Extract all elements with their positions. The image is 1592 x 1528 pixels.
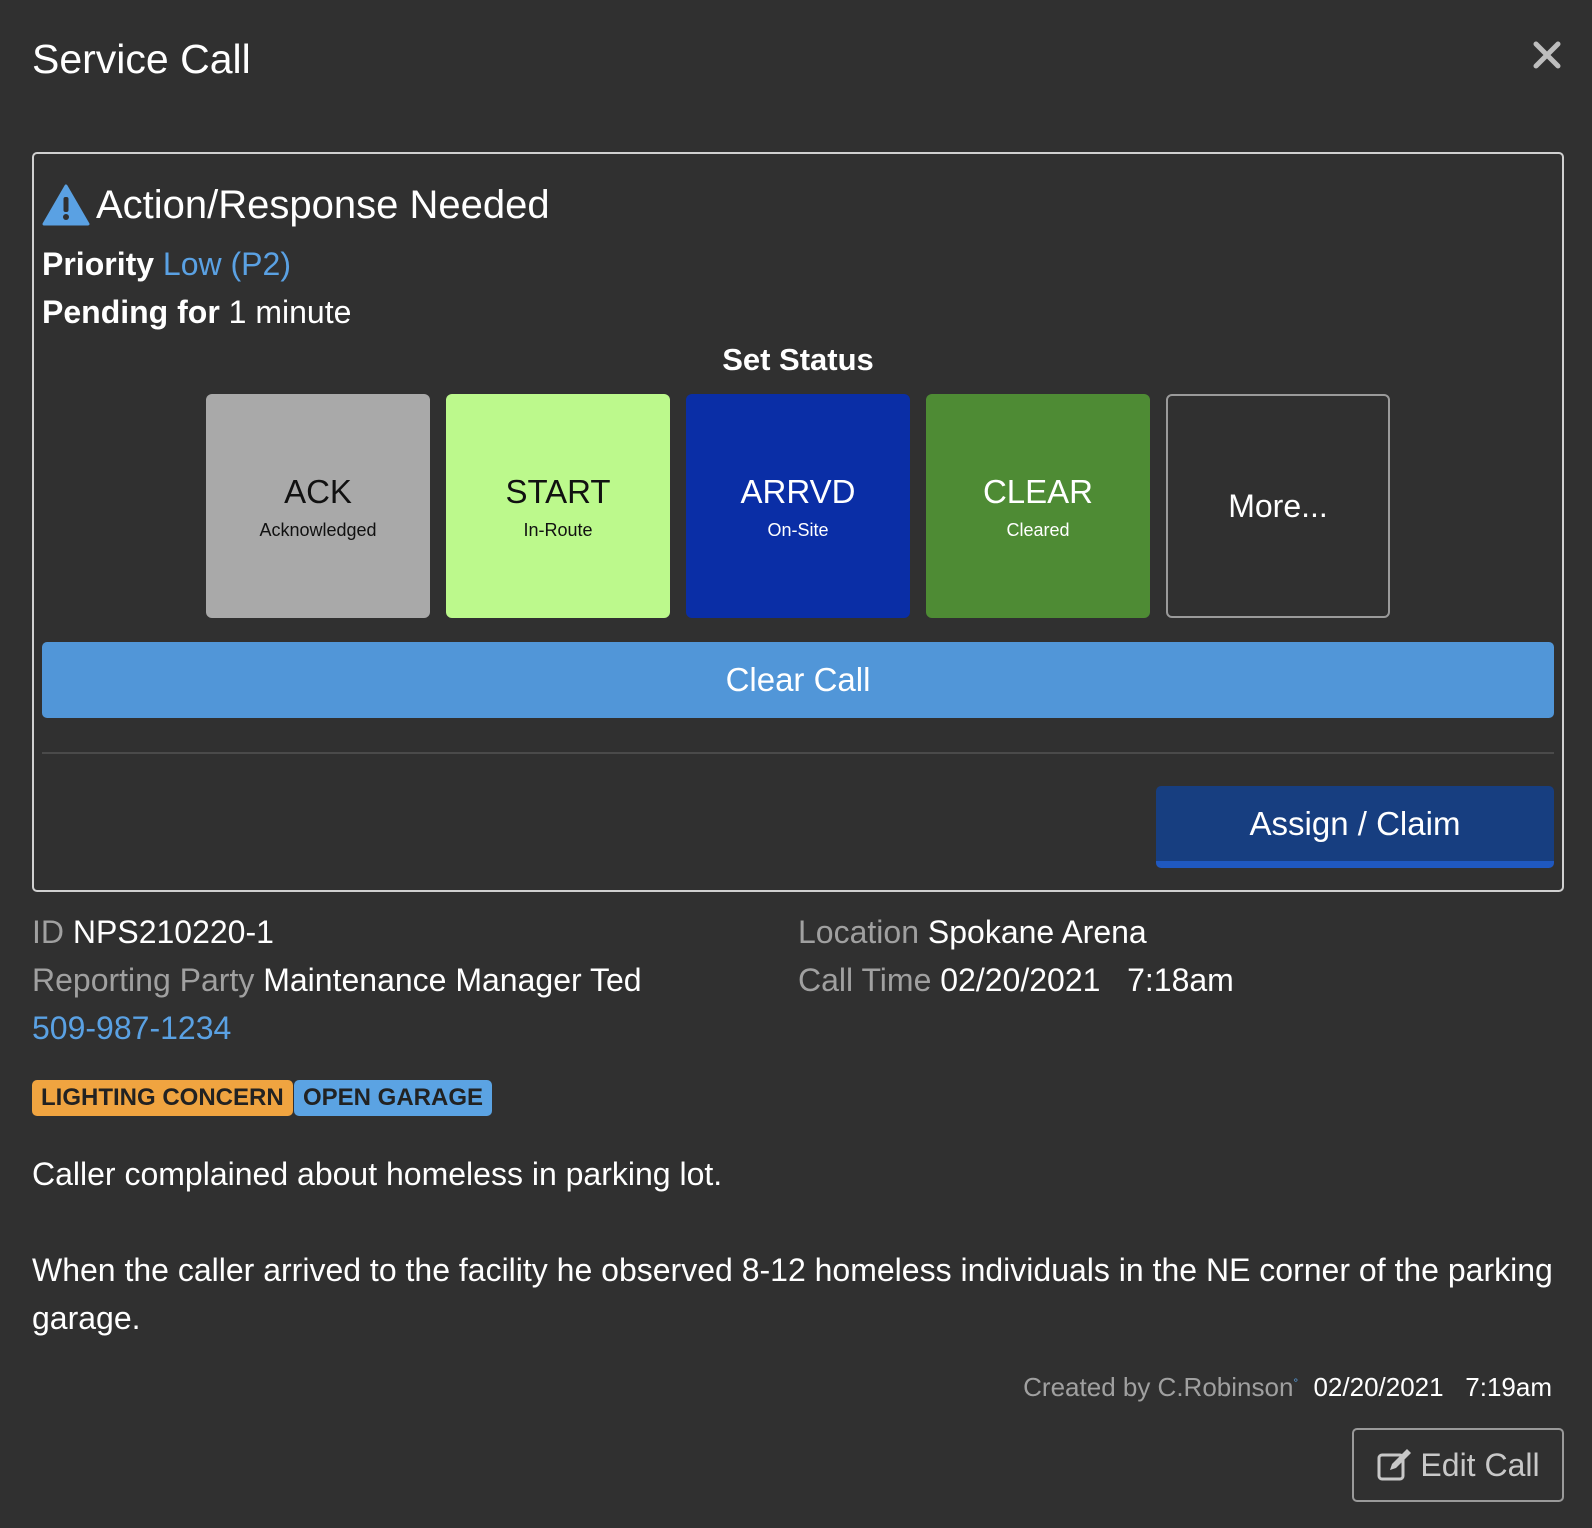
phone-row: 509-987-1234 [32, 1010, 231, 1047]
priority-value: Low (P2) [162, 246, 291, 282]
status-more-button[interactable]: More... [1166, 394, 1390, 618]
status-code: ACK [284, 472, 352, 510]
reporting-party-label: Reporting Party [32, 962, 255, 998]
priority-line: Priority Low (P2) [42, 246, 291, 283]
clear-call-button[interactable]: Clear Call [42, 642, 1554, 718]
status-code: START [505, 472, 611, 510]
status-code: More... [1228, 488, 1328, 524]
tag-lighting-concern: LIGHTING CONCERN [32, 1080, 293, 1116]
warning-icon [42, 184, 90, 226]
divider [42, 752, 1554, 754]
call-time-row: Call Time 02/20/2021 7:18am [798, 962, 1234, 999]
status-sub: Cleared [1006, 519, 1070, 540]
tag-open-garage: OPEN GARAGE [294, 1080, 493, 1116]
edit-call-label: Edit Call [1420, 1446, 1540, 1483]
created-by-label: Created by C.Robinson [1023, 1372, 1294, 1402]
description-line-2: When the caller arrived to the facility … [32, 1252, 1553, 1336]
service-call-modal: Service Call Action/Response Needed Prio… [0, 0, 1592, 1528]
id-row: ID NPS210220-1 [32, 914, 274, 951]
reporting-party-value: Maintenance Manager Ted [263, 962, 642, 998]
reporting-party-row: Reporting Party Maintenance Manager Ted [32, 962, 642, 999]
status-sub: Acknowledged [259, 519, 377, 540]
edit-icon [1377, 1449, 1412, 1481]
phone-link[interactable]: 509-987-1234 [32, 1010, 231, 1046]
created-by-line: Created by C.Robinson° 02/20/2021 7:19am [1023, 1372, 1552, 1403]
modal-title: Service Call [32, 36, 251, 82]
location-value: Spokane Arena [927, 914, 1147, 950]
status-sub: In-Route [523, 519, 593, 540]
action-panel: Action/Response Needed Priority Low (P2)… [32, 152, 1564, 892]
status-dot-icon: ° [1293, 1375, 1299, 1390]
location-label: Location [798, 914, 919, 950]
status-ack-button[interactable]: ACK Acknowledged [206, 394, 430, 618]
created-at-value: 02/20/2021 7:19am [1313, 1372, 1552, 1402]
location-row: Location Spokane Arena [798, 914, 1147, 951]
action-heading: Action/Response Needed [42, 180, 550, 230]
status-sub: On-Site [767, 519, 829, 540]
status-code: ARRVD [740, 472, 856, 510]
edit-call-button[interactable]: Edit Call [1352, 1428, 1564, 1502]
status-start-button[interactable]: START In-Route [446, 394, 670, 618]
id-label: ID [32, 914, 64, 950]
action-heading-text: Action/Response Needed [96, 182, 550, 227]
status-clear-button[interactable]: CLEAR Cleared [926, 394, 1150, 618]
call-time-value: 02/20/2021 7:18am [940, 962, 1234, 998]
call-time-label: Call Time [798, 962, 932, 998]
description-line-1: Caller complained about homeless in park… [32, 1156, 723, 1192]
pending-line: Pending for 1 minute [42, 294, 351, 331]
set-status-label: Set Status [722, 342, 874, 377]
priority-label: Priority [42, 246, 155, 282]
assign-claim-button[interactable]: Assign / Claim [1156, 786, 1554, 868]
id-value: NPS210220-1 [72, 914, 274, 950]
status-code: CLEAR [982, 472, 1094, 510]
status-arrvd-button[interactable]: ARRVD On-Site [686, 394, 910, 618]
pending-label: Pending for [42, 294, 220, 330]
pending-value: 1 minute [228, 294, 352, 330]
close-icon[interactable] [1530, 38, 1564, 72]
